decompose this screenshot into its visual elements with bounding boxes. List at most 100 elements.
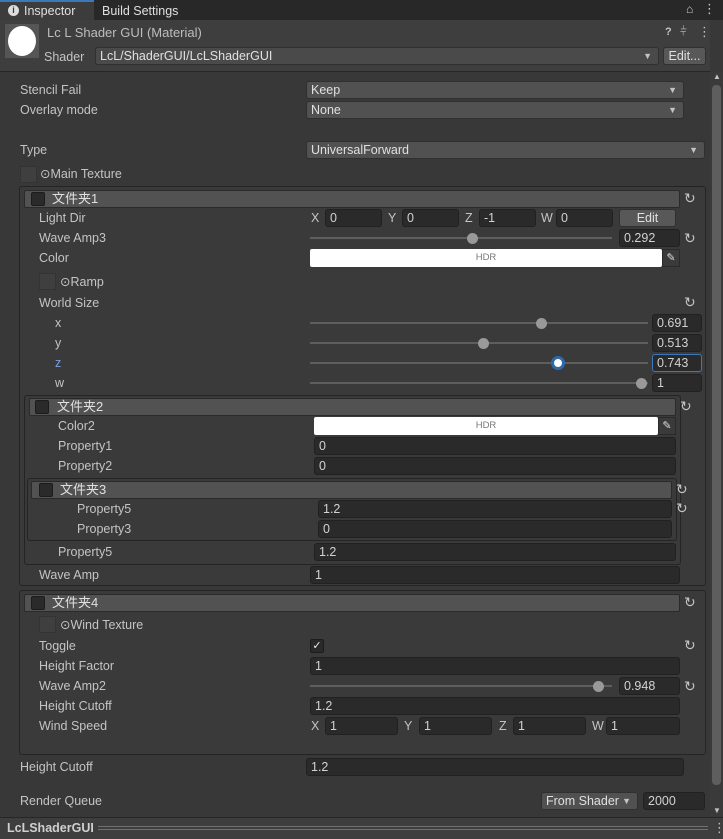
property3-label: Property3 <box>77 522 132 536</box>
overlay-mode-label: Overlay mode <box>20 103 98 117</box>
group4-height-cutoff-field[interactable]: 1.2 <box>310 697 680 715</box>
world-size-z-thumb[interactable] <box>551 356 565 370</box>
settings-sliders-icon[interactable]: ⫩ <box>680 24 687 39</box>
world-size-y-field[interactable]: 0.513 <box>652 334 702 352</box>
group-1-checkbox[interactable] <box>31 192 45 206</box>
group-2-checkbox[interactable] <box>35 400 49 414</box>
light-dir-x[interactable]: 0 <box>325 209 382 227</box>
tab-build-settings[interactable]: Build Settings <box>94 0 190 20</box>
color2-label: Color2 <box>58 419 95 433</box>
height-factor-field[interactable]: 1 <box>310 657 680 675</box>
property3-field[interactable]: 0 <box>318 520 672 538</box>
scroll-thumb[interactable] <box>712 85 721 785</box>
tab-inspector[interactable]: i Inspector <box>0 0 94 20</box>
reset-icon[interactable]: ↻ <box>684 191 698 205</box>
group-3-header[interactable] <box>31 481 672 499</box>
edit-shader-button[interactable]: Edit... <box>663 47 706 65</box>
reset-icon[interactable]: ↻ <box>676 482 690 496</box>
group2-property5-field[interactable]: 1.2 <box>314 543 676 561</box>
scroll-up-icon[interactable]: ▲ <box>713 72 721 81</box>
world-size-z-label: z <box>55 356 62 370</box>
shader-dropdown[interactable]: LcL/ShaderGUI/LcLShaderGUI ▼ <box>95 47 659 65</box>
wave-amp2-field[interactable]: 0.948 <box>619 677 680 695</box>
wave-amp3-field[interactable]: 0.292 <box>619 229 680 247</box>
more-icon[interactable]: ⋮ <box>698 24 711 40</box>
material-header: Lc L Shader GUI (Material) ? ⫩ ⋮ Shader … <box>0 20 711 72</box>
eyedropper-icon[interactable]: ✎ <box>662 249 680 267</box>
world-size-x-thumb[interactable] <box>536 318 547 329</box>
world-size-y-thumb[interactable] <box>478 338 489 349</box>
height-cutoff-field[interactable]: 1.2 <box>306 758 684 776</box>
wave-amp3-slider-thumb[interactable] <box>467 233 478 244</box>
toggle-checkbox[interactable]: ✓ <box>310 639 324 653</box>
reset-icon[interactable]: ↻ <box>684 638 698 652</box>
value: UniversalForward <box>311 143 409 157</box>
world-size-x-field[interactable]: 0.691 <box>652 314 702 332</box>
light-dir-w[interactable]: 0 <box>556 209 613 227</box>
stencil-fail-dropdown[interactable]: Keep ▼ <box>306 81 684 99</box>
ramp-label: ⊙Ramp <box>60 275 104 289</box>
lock-icon[interactable]: ⌂ <box>686 2 693 16</box>
tab-label: Build Settings <box>102 4 179 18</box>
property2-field[interactable]: 0 <box>314 457 676 475</box>
tab-label: Inspector <box>24 4 76 18</box>
render-queue-field[interactable]: 2000 <box>643 792 705 810</box>
color2-swatch[interactable]: HDR <box>314 417 658 435</box>
wave-amp3-label: Wave Amp3 <box>39 231 106 245</box>
wind-speed-label: Wind Speed <box>39 719 108 733</box>
reset-icon[interactable]: ↻ <box>684 231 698 245</box>
wind-speed-z[interactable]: 1 <box>513 717 586 735</box>
scrollbar[interactable]: ▲ ▼ <box>710 72 723 818</box>
world-size-label: World Size <box>39 296 100 310</box>
wave-amp2-slider-thumb[interactable] <box>593 681 604 692</box>
wind-texture-label: ⊙Wind Texture <box>60 618 144 632</box>
reset-icon[interactable]: ↻ <box>684 595 698 609</box>
wind-texture-slot[interactable] <box>39 616 56 633</box>
group-1-header[interactable] <box>24 190 680 208</box>
footer-bar: LcLShaderGUI ⋮ <box>0 817 723 839</box>
more-menu-icon[interactable]: ⋮ <box>703 1 716 17</box>
scroll-down-icon[interactable]: ▼ <box>713 806 721 815</box>
world-size-z-track[interactable] <box>310 362 648 364</box>
world-size-w-field[interactable]: 1 <box>652 374 702 392</box>
world-size-x-label: x <box>55 316 62 330</box>
group3-property5-field[interactable]: 1.2 <box>318 500 672 518</box>
more-icon[interactable]: ⋮ <box>713 820 723 836</box>
footer-divider <box>98 826 708 830</box>
wave-amp-field[interactable]: 1 <box>310 566 680 584</box>
reset-icon[interactable]: ↻ <box>676 501 690 515</box>
shader-value: LcL/ShaderGUI/LcLShaderGUI <box>100 49 273 63</box>
overlay-mode-dropdown[interactable]: None ▼ <box>306 101 684 119</box>
render-queue-dropdown[interactable]: From Shader ▼ <box>541 792 638 810</box>
wave-amp2-slider-track[interactable] <box>310 685 612 687</box>
group-4-title: 文件夹4 <box>52 595 99 610</box>
world-size-z-field[interactable]: 0.743 <box>652 354 702 372</box>
reset-icon[interactable]: ↻ <box>684 679 698 693</box>
world-size-w-thumb[interactable] <box>636 378 647 389</box>
light-dir-label: Light Dir <box>39 211 86 225</box>
group-3-checkbox[interactable] <box>39 483 53 497</box>
reset-icon[interactable]: ↻ <box>680 399 694 413</box>
group-4-header[interactable] <box>24 594 680 612</box>
help-icon[interactable]: ? <box>665 26 672 38</box>
world-size-w-track[interactable] <box>310 382 648 384</box>
property1-field[interactable]: 0 <box>314 437 676 455</box>
light-dir-z[interactable]: -1 <box>479 209 536 227</box>
light-dir-y[interactable]: 0 <box>402 209 459 227</box>
color-swatch[interactable]: HDR <box>310 249 662 267</box>
ramp-texture-slot[interactable] <box>39 273 56 290</box>
wave-amp3-slider-track[interactable] <box>310 237 612 239</box>
world-size-x-track[interactable] <box>310 322 648 324</box>
chevron-down-icon: ▼ <box>643 51 652 61</box>
wind-speed-w[interactable]: 1 <box>606 717 680 735</box>
main-texture-slot[interactable] <box>20 166 37 183</box>
group-2-header[interactable] <box>29 398 676 416</box>
wind-speed-y[interactable]: 1 <box>419 717 492 735</box>
axis-w-label: W <box>541 211 553 225</box>
group-4-checkbox[interactable] <box>31 596 45 610</box>
wind-speed-x[interactable]: 1 <box>325 717 398 735</box>
type-dropdown[interactable]: UniversalForward ▼ <box>306 141 705 159</box>
light-dir-edit-button[interactable]: Edit <box>619 209 676 227</box>
eyedropper-icon[interactable]: ✎ <box>658 417 676 435</box>
reset-icon[interactable]: ↻ <box>684 295 698 309</box>
